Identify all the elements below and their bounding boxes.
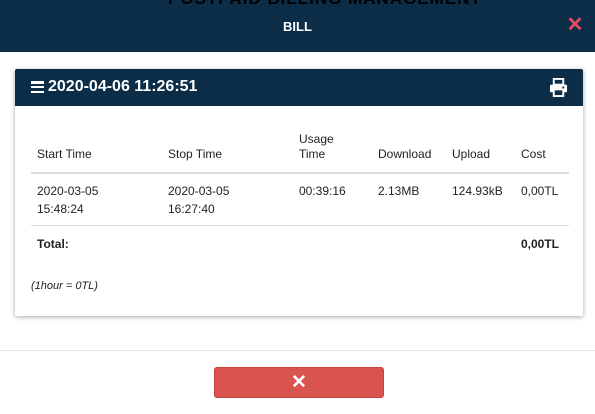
usage-time-cell: 00:39:16	[293, 173, 372, 226]
footer-divider	[0, 350, 595, 351]
column-header-usage-time: Usage Time	[293, 126, 372, 174]
download-cell: 2.13MB	[372, 173, 446, 226]
column-header-download: Download	[372, 126, 446, 174]
total-value: 0,00TL	[521, 236, 560, 251]
stop-time-cell: 2020-03-05 16:27:40	[162, 173, 293, 226]
background-page-title: POSTPAID BILLING MANAGEMENT	[168, 0, 482, 9]
rate-note: (1hour = 0TL)	[31, 280, 98, 292]
start-time-cell: 2020-03-05 15:48:24	[31, 173, 162, 226]
bill-date-title: 2020-04-06 11:26:51	[48, 78, 198, 95]
total-row: Total: 0,00TL	[31, 225, 569, 258]
close-button-icon: ✕	[291, 372, 307, 393]
bill-card-header: 2020-04-06 11:26:51	[15, 69, 583, 106]
modal-title: BILL	[283, 19, 312, 34]
close-button[interactable]: ✕	[214, 367, 384, 398]
column-header-start-time: Start Time	[31, 126, 162, 174]
table-row: 2020-03-05 15:48:24 2020-03-05 16:27:40 …	[31, 173, 569, 226]
hamburger-icon	[31, 81, 44, 93]
total-label: Total:	[37, 236, 69, 251]
bill-table: Start Time Stop Time Usage Time Download…	[31, 126, 569, 258]
table-header-row: Start Time Stop Time Usage Time Download…	[31, 126, 569, 174]
column-header-cost: Cost	[515, 126, 569, 174]
column-header-stop-time: Stop Time	[162, 126, 293, 174]
column-header-upload: Upload	[446, 126, 515, 174]
print-icon[interactable]	[549, 78, 568, 97]
close-icon[interactable]: ✕	[565, 13, 585, 37]
upload-cell: 124.93kB	[446, 173, 515, 226]
cost-cell: 0,00TL	[515, 173, 569, 226]
modal-header: POSTPAID BILLING MANAGEMENT BILL ✕	[0, 0, 595, 52]
bill-card: 2020-04-06 11:26:51 Start Time Stop Time…	[15, 69, 583, 316]
